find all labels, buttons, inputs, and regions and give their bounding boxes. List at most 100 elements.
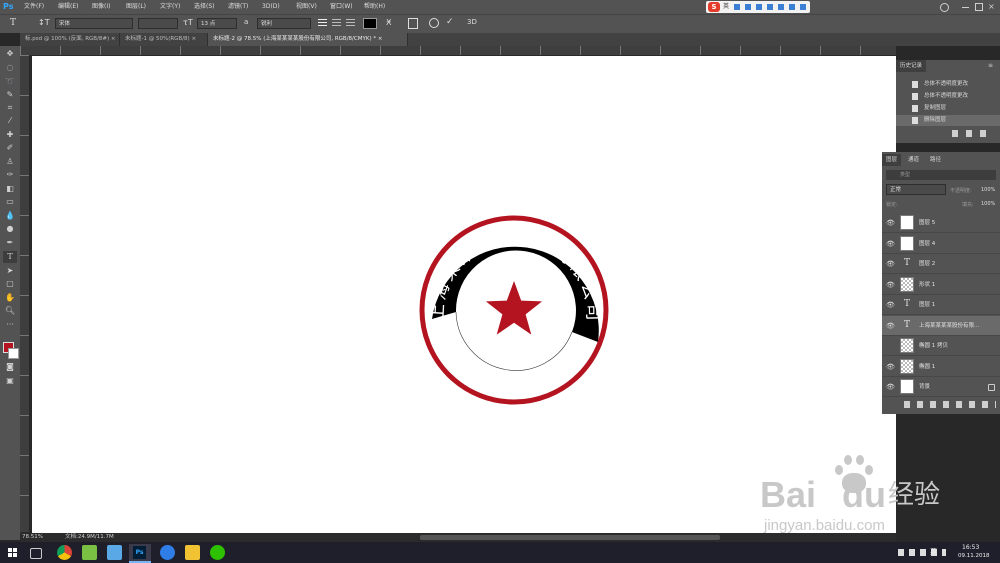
panel-menu-icon[interactable]: ≡ — [988, 62, 993, 69]
tab-layers-panel[interactable]: 图层 — [882, 154, 902, 166]
history-item[interactable]: 总体不透明度更改 — [896, 91, 1000, 102]
layer-row[interactable]: 👁︎ 形状 1 — [882, 275, 1000, 295]
gradient-tool-icon[interactable]: ▭ — [3, 196, 17, 208]
document-tab[interactable]: 未标题-2 @ 78.5% (上海某某某某股份有限公司, RGB/8/CMYK)… — [208, 33, 408, 46]
eyedropper-tool-icon[interactable]: ⁄ — [3, 115, 17, 127]
menu-item-5[interactable]: 选择(S) — [194, 0, 215, 14]
type-tool-icon[interactable]: T — [10, 18, 16, 28]
tab-history[interactable]: 历史记录 — [896, 60, 927, 72]
visibility-eye-icon[interactable]: 👁︎ — [886, 300, 896, 310]
zoom-tool-icon[interactable]: 🔍︎ — [3, 305, 17, 317]
menu-item-2[interactable]: 图像(I) — [92, 0, 110, 14]
marquee-tool-icon[interactable]: ◌ — [3, 62, 17, 74]
history-item[interactable]: 复制图层 — [896, 103, 1000, 114]
hand-tool-icon[interactable]: ✋ — [3, 292, 17, 304]
align-center-icon[interactable] — [332, 19, 341, 28]
menu-item-10[interactable]: 帮助(H) — [364, 0, 385, 14]
layer-row[interactable]: 👁︎ 图层 5 — [882, 213, 1000, 233]
shape-tool-icon[interactable]: ▢ — [3, 278, 17, 290]
eraser-tool-icon[interactable]: ◧ — [3, 183, 17, 195]
tab-close-icon[interactable]: × — [376, 36, 383, 42]
menu-item-1[interactable]: 编辑(E) — [58, 0, 78, 14]
path-select-tool-icon[interactable]: ➤ — [3, 265, 17, 277]
background-color-swatch[interactable] — [8, 348, 19, 359]
3d-icon[interactable]: 3D — [467, 18, 477, 26]
menu-item-9[interactable]: 窗口(W) — [330, 0, 353, 14]
tab-close-icon[interactable]: × — [109, 36, 116, 42]
quick-mask-icon[interactable]: ◙ — [3, 361, 17, 373]
layer-row[interactable]: 椭圆 1 拷贝 — [882, 336, 1000, 356]
photoshop-taskbar-icon[interactable]: Ps — [129, 544, 151, 563]
healing-tool-icon[interactable]: ✚ — [3, 129, 17, 141]
text-color-swatch[interactable] — [363, 18, 377, 29]
document-tab[interactable]: 未标题-1 @ 50%(RGB/8) × — [120, 33, 208, 46]
opacity-value[interactable]: 100% — [981, 187, 995, 193]
windows-start-icon[interactable] — [8, 548, 17, 557]
font-family-select[interactable]: 宋体 — [55, 18, 133, 29]
history-item[interactable]: 删除图层 — [896, 115, 1000, 126]
chrome-icon[interactable] — [57, 545, 72, 560]
brush-tool-icon[interactable]: ✐ — [3, 142, 17, 154]
more-tools-icon[interactable]: ··· — [3, 319, 17, 331]
visibility-eye-icon[interactable]: 👁︎ — [886, 218, 896, 228]
pen-tool-icon[interactable]: ✒ — [3, 237, 17, 249]
type-tool-icon[interactable]: T — [3, 251, 17, 263]
align-left-icon[interactable] — [318, 19, 327, 28]
cancel-icon[interactable] — [429, 18, 439, 28]
wechat-icon[interactable] — [210, 545, 225, 560]
move-tool-icon[interactable]: ✥ — [3, 48, 17, 60]
commit-icon[interactable]: ✓ — [446, 17, 454, 27]
history-item[interactable]: 总体不透明度更改 — [896, 79, 1000, 90]
menu-item-6[interactable]: 滤镜(T) — [228, 0, 248, 14]
task-view-icon[interactable] — [30, 548, 42, 559]
screen-mode-icon[interactable]: ▣ — [3, 375, 17, 387]
antialias-select[interactable]: 锐利 — [257, 18, 311, 29]
font-size-select[interactable]: 13 点 — [197, 18, 237, 29]
blur-tool-icon[interactable]: 💧 — [3, 210, 17, 222]
ime-language[interactable]: 英 — [723, 1, 729, 13]
file-explorer-icon[interactable] — [185, 545, 200, 560]
visibility-eye-icon[interactable]: 👁︎ — [886, 321, 896, 331]
search-icon[interactable] — [940, 3, 949, 12]
blend-mode-select[interactable]: 正常 — [886, 184, 946, 195]
menu-item-7[interactable]: 3D(D) — [262, 0, 280, 14]
orientation-icon[interactable]: ↕T — [38, 18, 50, 27]
tab-layers-panel[interactable]: 通道 — [904, 154, 923, 166]
restore-icon[interactable] — [975, 3, 983, 11]
visibility-eye-icon[interactable]: 👁︎ — [886, 239, 896, 249]
visibility-eye-icon[interactable]: 👁︎ — [886, 362, 896, 372]
layer-row[interactable]: 👁︎ 图层 4 — [882, 234, 1000, 254]
character-panel-icon[interactable] — [408, 18, 418, 29]
menu-item-4[interactable]: 文字(Y) — [160, 0, 180, 14]
dodge-tool-icon[interactable]: ● — [3, 223, 17, 235]
document-tab[interactable]: 标.psd @ 100% (反面, RGB/8#) × — [20, 33, 120, 46]
fill-value[interactable]: 100% — [981, 201, 995, 207]
layer-row[interactable]: 👁︎ T 图层 1 — [882, 295, 1000, 315]
layer-row[interactable]: 👁︎ 椭圆 1 — [882, 357, 1000, 377]
browser-icon[interactable] — [160, 545, 175, 560]
layer-row[interactable]: 👁︎ T 上海某某某某股份有限... — [882, 315, 1000, 336]
visibility-eye-icon[interactable]: 👁︎ — [886, 382, 896, 392]
horizontal-scrollbar[interactable] — [420, 535, 720, 540]
history-brush-tool-icon[interactable]: ✑ — [3, 169, 17, 181]
visibility-eye-icon[interactable] — [886, 341, 896, 351]
tray-language[interactable]: 英 — [930, 547, 937, 557]
crop-tool-icon[interactable]: ⌗ — [3, 102, 17, 114]
visibility-eye-icon[interactable]: 👁︎ — [886, 280, 896, 290]
app-icon-blue[interactable] — [107, 545, 122, 560]
visibility-eye-icon[interactable]: 👁︎ — [886, 259, 896, 269]
layer-row[interactable]: 👁︎ 背景 — [882, 377, 1000, 397]
app-icon-green[interactable] — [82, 545, 97, 560]
zoom-level[interactable]: 78.51% — [22, 533, 43, 542]
minimize-icon[interactable] — [962, 7, 969, 8]
tab-close-icon[interactable]: × — [190, 36, 196, 42]
close-icon[interactable]: × — [988, 0, 995, 14]
tab-layers-panel[interactable]: 路径 — [926, 154, 945, 166]
layer-filter-box[interactable]: 类型 — [886, 170, 996, 180]
menu-item-3[interactable]: 图层(L) — [126, 0, 146, 14]
warp-text-icon[interactable]: Ӿ — [386, 18, 391, 27]
align-right-icon[interactable] — [346, 19, 355, 28]
menu-item-8[interactable]: 视图(V) — [296, 0, 317, 14]
layer-row[interactable]: 👁︎ T 图层 2 — [882, 254, 1000, 274]
font-style-select[interactable] — [138, 18, 178, 29]
